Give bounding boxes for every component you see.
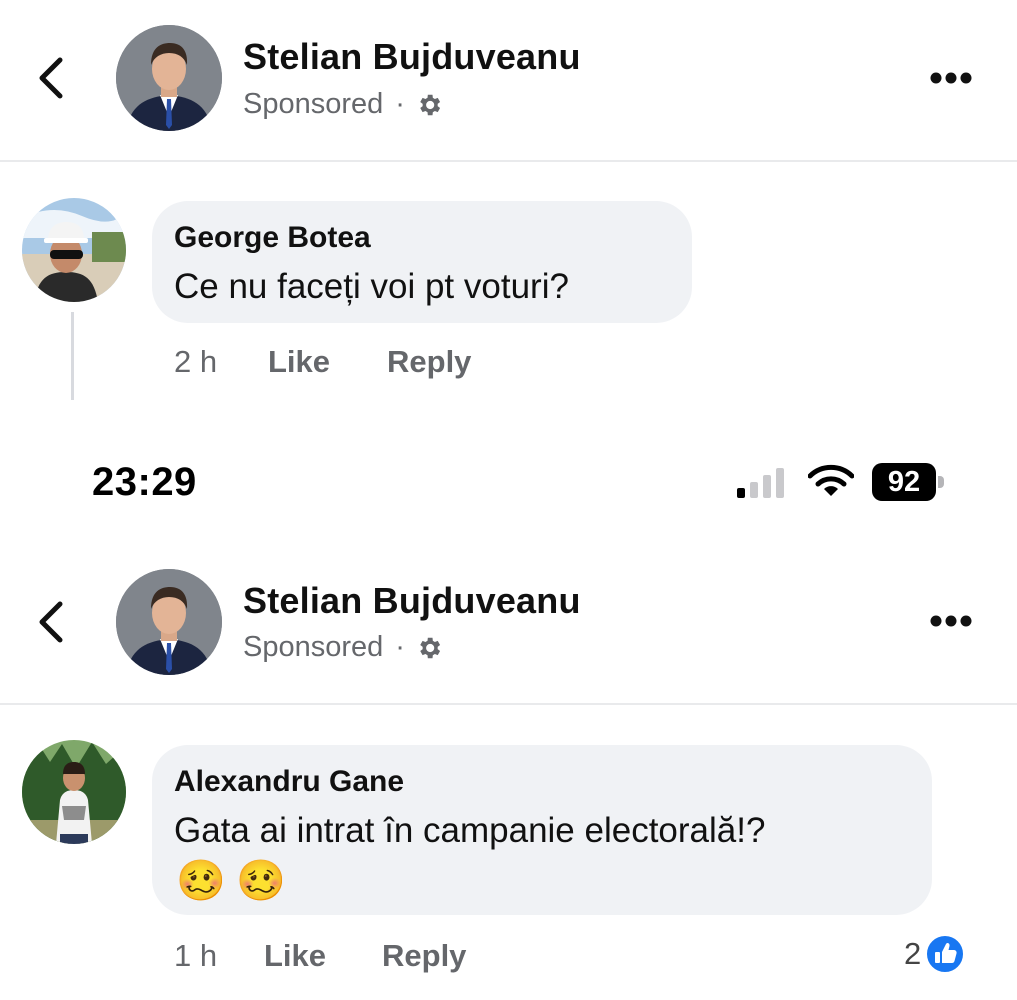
status-time: 23:29	[92, 460, 197, 504]
more-options-button[interactable]	[929, 614, 973, 628]
sponsored-label: Sponsored	[243, 88, 384, 120]
gear-icon[interactable]	[415, 634, 443, 662]
separator: ·	[395, 631, 405, 663]
battery-level: 92	[887, 466, 921, 498]
comment-text: Ce nu faceți voi pt voturi?	[174, 267, 569, 306]
sponsored-label: Sponsored	[243, 631, 384, 663]
reaction-count: 2	[904, 936, 922, 971]
comment-bubble[interactable]: George Botea Ce nu faceți voi pt voturi?	[152, 201, 692, 323]
chevron-left-icon	[39, 601, 63, 643]
commenter-avatar-image	[22, 198, 126, 302]
comment-time: 2 h	[174, 344, 218, 379]
back-button[interactable]	[34, 54, 70, 102]
comment-text: Gata ai intrat în campanie electorală!?	[174, 811, 766, 850]
comment-emojis: 🥴 🥴	[176, 861, 286, 901]
back-button[interactable]	[34, 598, 70, 646]
reply-button[interactable]: Reply	[387, 344, 471, 380]
woozy-face-emoji: 🥴	[236, 859, 287, 903]
chevron-left-icon	[39, 57, 63, 99]
more-options-button[interactable]	[929, 71, 973, 85]
header-divider	[0, 160, 1017, 162]
cellular-signal-icon	[737, 466, 789, 503]
commenter-avatar-image	[22, 740, 126, 844]
page-avatar[interactable]	[116, 25, 222, 131]
thread-line	[71, 312, 74, 400]
reaction-summary[interactable]: 2	[904, 934, 966, 974]
wifi-icon	[807, 464, 855, 503]
page-name[interactable]: Stelian Bujduveanu	[243, 36, 581, 78]
comment-time: 1 h	[174, 938, 218, 973]
separator: ·	[395, 88, 405, 120]
battery-icon: 92	[872, 463, 948, 501]
gear-icon[interactable]	[415, 91, 443, 119]
more-horizontal-icon	[930, 615, 972, 627]
commenter-avatar[interactable]	[22, 198, 126, 302]
comment-bubble[interactable]: Alexandru Gane Gata ai intrat în campani…	[152, 745, 932, 915]
sponsored-label-row: Sponsored ·	[243, 631, 443, 664]
sponsored-label-row: Sponsored ·	[243, 88, 443, 121]
header-divider	[0, 703, 1017, 705]
comment-author[interactable]: Alexandru Gane	[174, 765, 404, 799]
page-avatar-image	[116, 25, 222, 131]
like-button[interactable]: Like	[268, 344, 330, 380]
more-horizontal-icon	[930, 72, 972, 84]
like-reaction-icon	[925, 934, 966, 974]
comment-author[interactable]: George Botea	[174, 221, 371, 255]
woozy-face-emoji: 🥴	[176, 859, 226, 903]
reply-button[interactable]: Reply	[382, 938, 466, 974]
like-button[interactable]: Like	[264, 938, 326, 974]
commenter-avatar[interactable]	[22, 740, 126, 844]
page-avatar-image	[116, 569, 222, 675]
page-avatar[interactable]	[116, 569, 222, 675]
page-name[interactable]: Stelian Bujduveanu	[243, 580, 581, 622]
